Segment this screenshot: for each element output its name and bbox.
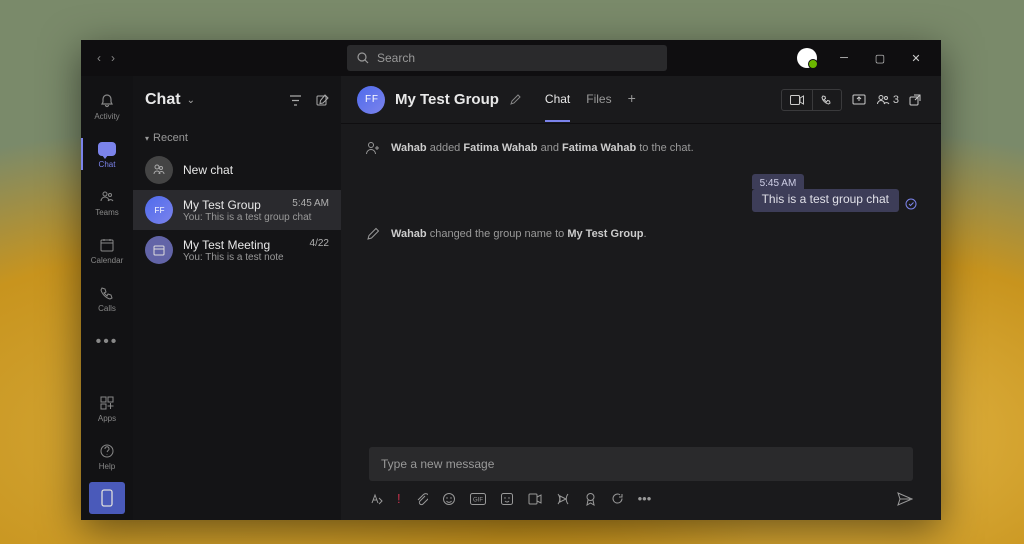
messages-area: Wahab added Fatima Wahab and Fatima Waha… — [341, 124, 941, 437]
svg-text:GIF: GIF — [473, 497, 483, 503]
emoji-icon[interactable] — [442, 492, 456, 506]
chat-header: F F My Test Group Chat Files + — [341, 76, 941, 124]
read-indicator-icon — [905, 198, 917, 212]
search-input[interactable]: Search — [347, 45, 667, 71]
system-msg-renamed: Wahab changed the group name to My Test … — [365, 226, 917, 242]
close-button[interactable]: ✕ — [907, 49, 925, 67]
popout-button[interactable] — [905, 90, 925, 110]
chat-icon — [98, 140, 116, 158]
attach-icon[interactable] — [415, 492, 428, 506]
phone-icon — [98, 284, 116, 302]
message-row: 5:45 AM This is a test group chat — [365, 174, 917, 212]
edit-title-icon[interactable] — [509, 94, 521, 106]
praise-icon[interactable] — [584, 492, 597, 506]
compose-toolbar: ! GIF ••• — [369, 491, 913, 506]
rail-calls[interactable]: Calls — [81, 276, 133, 320]
system-msg-added: Wahab added Fatima Wahab and Fatima Waha… — [365, 140, 917, 156]
compose-area: Type a new message ! GIF ••• — [341, 437, 941, 520]
caret-down-icon: ▾ — [145, 134, 149, 143]
forward-button[interactable]: › — [111, 51, 115, 65]
rail-chat[interactable]: Chat — [81, 132, 133, 176]
people-icon — [876, 94, 890, 106]
chat-list-panel: Chat ⌄ ▾ Recent — [133, 76, 341, 520]
gif-icon[interactable]: GIF — [470, 493, 486, 505]
apps-icon — [98, 394, 116, 412]
filter-icon[interactable] — [289, 94, 302, 107]
tab-files[interactable]: Files — [586, 78, 611, 122]
main-chat-area: F F My Test Group Chat Files + — [341, 76, 941, 520]
header-group-avatar: F F — [357, 86, 385, 114]
search-icon — [357, 52, 369, 64]
calendar-icon — [98, 236, 116, 254]
participants-button[interactable]: 3 — [876, 94, 899, 106]
more-icon[interactable]: ••• — [638, 491, 652, 506]
tab-chat[interactable]: Chat — [545, 78, 570, 122]
user-avatar[interactable] — [797, 48, 817, 68]
message-input[interactable]: Type a new message — [369, 447, 913, 481]
person-add-icon — [365, 140, 381, 156]
minimize-button[interactable]: ─ — [835, 49, 853, 67]
rail-activity[interactable]: Activity — [81, 84, 133, 128]
priority-icon[interactable]: ! — [397, 491, 401, 506]
meet-now-icon[interactable] — [528, 493, 542, 505]
sticker-icon[interactable] — [500, 492, 514, 506]
approvals-icon[interactable] — [611, 492, 624, 505]
rail-more[interactable]: ••• — [81, 324, 133, 360]
group-avatar: F F — [145, 196, 173, 224]
chat-item-new[interactable]: New chat — [133, 150, 341, 190]
new-chat-icon[interactable] — [316, 94, 329, 107]
add-tab-button[interactable]: + — [628, 78, 636, 122]
rail-help[interactable]: Help — [81, 434, 133, 478]
chat-list-header: Chat ⌄ — [133, 76, 341, 124]
pencil-icon — [365, 226, 381, 242]
meeting-avatar — [145, 236, 173, 264]
format-icon[interactable] — [369, 492, 383, 506]
message-time: 5:45 AM — [752, 174, 805, 189]
message-bubble[interactable]: This is a test group chat — [752, 189, 899, 212]
send-button[interactable] — [897, 492, 913, 506]
chevron-down-icon[interactable]: ⌄ — [187, 95, 195, 106]
stream-icon[interactable] — [556, 492, 570, 506]
rail-apps[interactable]: Apps — [81, 386, 133, 430]
teams-icon — [98, 188, 116, 206]
chat-item-meeting[interactable]: My Test Meeting 4/22 You: This is a test… — [133, 230, 341, 270]
help-icon — [98, 442, 116, 460]
rail-teams[interactable]: Teams — [81, 180, 133, 224]
maximize-button[interactable]: ▢ — [871, 49, 889, 67]
new-chat-avatar — [145, 156, 173, 184]
rail-calendar[interactable]: Calendar — [81, 228, 133, 272]
bell-icon — [98, 92, 116, 110]
chat-list-title: Chat — [145, 91, 181, 109]
titlebar: ‹ › Search ─ ▢ ✕ — [81, 40, 941, 76]
mobile-icon — [101, 489, 113, 507]
group-title: My Test Group — [395, 91, 499, 108]
back-button[interactable]: ‹ — [97, 51, 101, 65]
teams-window: ‹ › Search ─ ▢ ✕ Activity Ch — [81, 40, 941, 520]
audio-call-button[interactable] — [813, 90, 841, 110]
share-screen-button[interactable] — [848, 90, 870, 110]
video-call-button[interactable] — [782, 90, 813, 110]
rail-mobile[interactable] — [89, 482, 125, 514]
chat-item-group[interactable]: F F My Test Group 5:45 AM You: This is a… — [133, 190, 341, 230]
recent-section[interactable]: ▾ Recent — [133, 124, 341, 150]
search-placeholder: Search — [377, 51, 415, 65]
left-rail: Activity Chat Teams Calendar — [81, 76, 133, 520]
